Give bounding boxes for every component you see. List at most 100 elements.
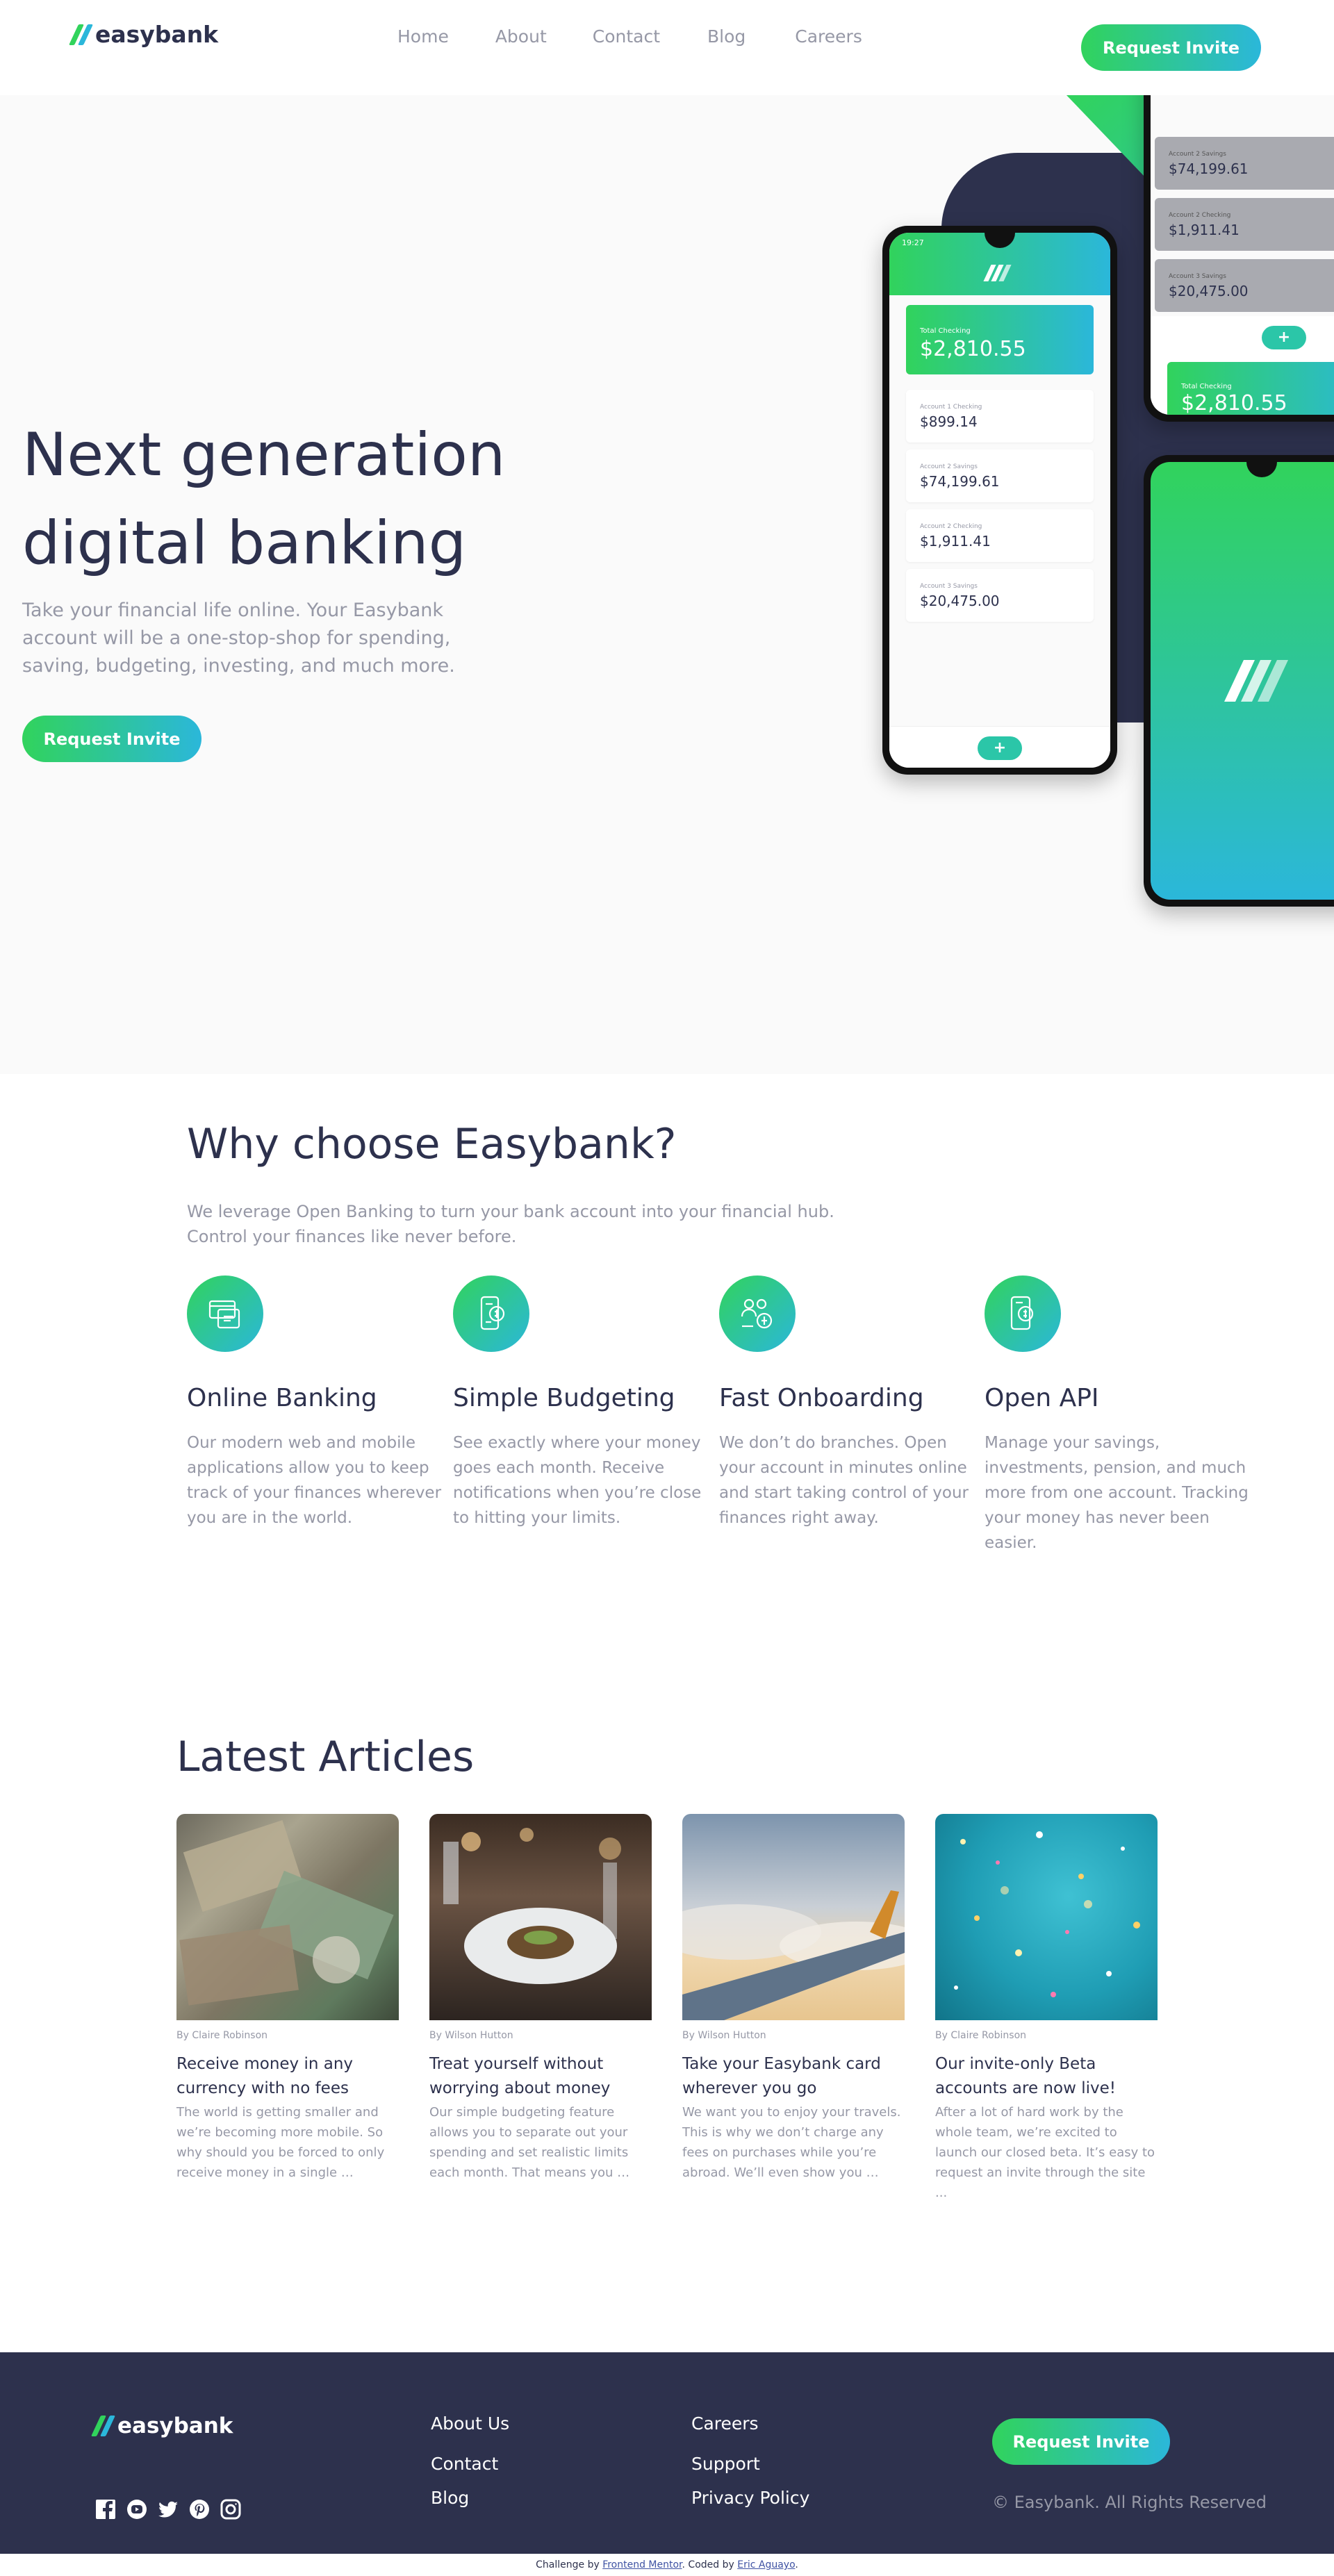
- articles-title: Latest Articles: [176, 1733, 475, 1781]
- logo-mark-icon: [91, 2416, 115, 2436]
- article-title[interactable]: Receive money in any currency with no fe…: [176, 2052, 399, 2101]
- feature-title: Simple Budgeting: [453, 1384, 675, 1412]
- splash-logo-icon: [1224, 660, 1288, 702]
- twitter-icon[interactable]: [157, 2498, 179, 2520]
- online-banking-icon: [187, 1275, 263, 1352]
- account-card: Account 2 Checking $1,911.41: [1155, 198, 1334, 251]
- restaurant-photo: [429, 1814, 652, 2020]
- footer-link-privacy-policy[interactable]: Privacy Policy: [691, 2488, 809, 2508]
- frontend-mentor-link[interactable]: Frontend Mentor: [602, 2559, 682, 2570]
- logo-text: easybank: [117, 2413, 233, 2438]
- footer-logo[interactable]: easybank: [91, 2413, 233, 2438]
- facebook-icon[interactable]: [94, 2498, 117, 2520]
- phone-mockup-main: 19:27 Total Checking $2,810.55 Account 1…: [882, 226, 1117, 775]
- plane-photo: [682, 1814, 905, 2020]
- article-excerpt: Our simple budgeting feature allows you …: [429, 2105, 630, 2180]
- feature-text: See exactly where your money goes each m…: [453, 1434, 702, 1527]
- budgeting-icon: [453, 1275, 529, 1352]
- author-link[interactable]: Eric Aguayo: [737, 2559, 795, 2570]
- hero-title: Next generation digital banking: [22, 420, 506, 578]
- account-card: Account 1 Checking $899.14: [906, 390, 1094, 443]
- nav-link-home[interactable]: Home: [397, 26, 449, 47]
- onboarding-icon: [719, 1275, 796, 1352]
- article-card[interactable]: By Claire Robinson Receive money in any …: [176, 1814, 399, 2183]
- nav-link-blog[interactable]: Blog: [707, 26, 746, 47]
- feature-title: Fast Onboarding: [719, 1384, 924, 1412]
- api-icon: [985, 1275, 1061, 1352]
- total-checking-card: Total Checking $2,810.55: [906, 305, 1094, 374]
- article-card[interactable]: By Wilson Hutton Take your Easybank card…: [682, 1814, 905, 2183]
- nav-link-about[interactable]: About: [495, 26, 547, 47]
- article-excerpt: After a lot of hard work by the whole te…: [935, 2105, 1155, 2200]
- account-card: Account 3 Savings $20,475.00: [906, 569, 1094, 622]
- site-header: easybank Home About Contact Blog Careers…: [0, 0, 1334, 95]
- status-time: 19:27: [902, 238, 924, 247]
- article-author: By Claire Robinson: [935, 2030, 1027, 2041]
- logo-mark-icon: [69, 24, 93, 45]
- article-card[interactable]: By Claire Robinson Our invite-only Beta …: [935, 1814, 1158, 2203]
- hero-section: Account 2 Savings $74,199.61 Account 2 C…: [0, 95, 1334, 1074]
- feature-text: Manage your savings, investments, pensio…: [985, 1434, 1249, 1552]
- social-links: [94, 2498, 242, 2520]
- attribution-prefix: Challenge by: [536, 2559, 600, 2570]
- article-author: By Claire Robinson: [176, 2030, 268, 2041]
- article-excerpt: The world is getting smaller and we’re b…: [176, 2105, 385, 2180]
- app-logo-icon: [983, 265, 1012, 281]
- brand-logo[interactable]: easybank: [69, 21, 218, 48]
- footer-links-col2: Careers Support Privacy Policy: [691, 2413, 809, 2508]
- articles-section: Latest Articles By Claire Robinson Recei…: [0, 1658, 1334, 2352]
- features-section: Why choose Easybank? We leverage Open Ba…: [0, 1074, 1334, 1658]
- article-excerpt: We want you to enjoy your travels. This …: [682, 2105, 901, 2180]
- site-footer: easybank About Us Contact Blog Careers S…: [0, 2352, 1334, 2554]
- account-card: Account 2 Savings $74,199.61: [906, 449, 1094, 502]
- feature-title: Online Banking: [187, 1384, 377, 1412]
- header-request-invite-button[interactable]: Request Invite: [1081, 24, 1261, 71]
- attribution-middle: . Coded by: [682, 2559, 734, 2570]
- confetti-photo: [935, 1814, 1158, 2020]
- feature-text: We don’t do branches. Open your account …: [719, 1434, 969, 1527]
- youtube-icon[interactable]: [126, 2498, 148, 2520]
- main-nav: Home About Contact Blog Careers: [397, 26, 862, 47]
- features-title: Why choose Easybank?: [187, 1120, 677, 1169]
- feature-open-api: Open API Manage your savings, investment…: [985, 1275, 1250, 1555]
- account-card: Account 2 Savings $74,199.61: [1155, 137, 1334, 190]
- article-card[interactable]: By Wilson Hutton Treat yourself without …: [429, 1814, 652, 2183]
- feature-fast-onboarding: Fast Onboarding We don’t do branches. Op…: [719, 1275, 985, 1530]
- feature-online-banking: Online Banking Our modern web and mobile…: [187, 1275, 452, 1530]
- feature-title: Open API: [985, 1384, 1099, 1412]
- footer-link-about-us[interactable]: About Us: [431, 2413, 509, 2434]
- article-title[interactable]: Our invite-only Beta accounts are now li…: [935, 2052, 1158, 2101]
- footer-request-invite-button[interactable]: Request Invite: [992, 2418, 1170, 2465]
- feature-text: Our modern web and mobile applications a…: [187, 1434, 442, 1527]
- currency-photo: [176, 1814, 399, 2020]
- account-card: Account 2 Checking $1,911.41: [906, 509, 1094, 562]
- phone-mockup-top-right: Account 2 Savings $74,199.61 Account 2 C…: [1144, 95, 1334, 422]
- footer-link-support[interactable]: Support: [691, 2454, 809, 2474]
- article-author: By Wilson Hutton: [429, 2030, 513, 2041]
- instagram-icon[interactable]: [220, 2498, 242, 2520]
- phone-mockup-splash: [1144, 455, 1334, 907]
- article-title[interactable]: Treat yourself without worrying about mo…: [429, 2052, 652, 2101]
- hero-text: Take your financial life online. Your Ea…: [22, 600, 455, 677]
- bottom-bar: +: [889, 726, 1110, 768]
- account-card: Account 3 Savings $20,475.00: [1155, 259, 1334, 312]
- total-checking-card: Total Checking $2,810.55: [1167, 362, 1334, 415]
- hero-request-invite-button[interactable]: Request Invite: [22, 716, 201, 762]
- attribution: Challenge by Frontend Mentor. Coded by E…: [0, 2554, 1334, 2576]
- article-author: By Wilson Hutton: [682, 2030, 766, 2041]
- footer-link-blog[interactable]: Blog: [431, 2488, 509, 2508]
- add-icon: +: [978, 736, 1022, 760]
- bottom-bar: + Total Checking $2,810.55: [1151, 316, 1334, 415]
- copyright-text: © Easybank. All Rights Reserved: [992, 2493, 1267, 2512]
- footer-links-col1: About Us Contact Blog: [431, 2413, 509, 2508]
- footer-link-contact[interactable]: Contact: [431, 2454, 509, 2474]
- feature-simple-budgeting: Simple Budgeting See exactly where your …: [453, 1275, 718, 1530]
- pinterest-icon[interactable]: [188, 2498, 211, 2520]
- attribution-suffix: .: [795, 2559, 798, 2570]
- article-title[interactable]: Take your Easybank card wherever you go: [682, 2052, 905, 2101]
- add-icon: +: [1262, 326, 1306, 349]
- nav-link-careers[interactable]: Careers: [795, 26, 862, 47]
- footer-link-careers[interactable]: Careers: [691, 2413, 809, 2434]
- nav-link-contact[interactable]: Contact: [593, 26, 660, 47]
- features-lead: We leverage Open Banking to turn your ba…: [187, 1202, 834, 1246]
